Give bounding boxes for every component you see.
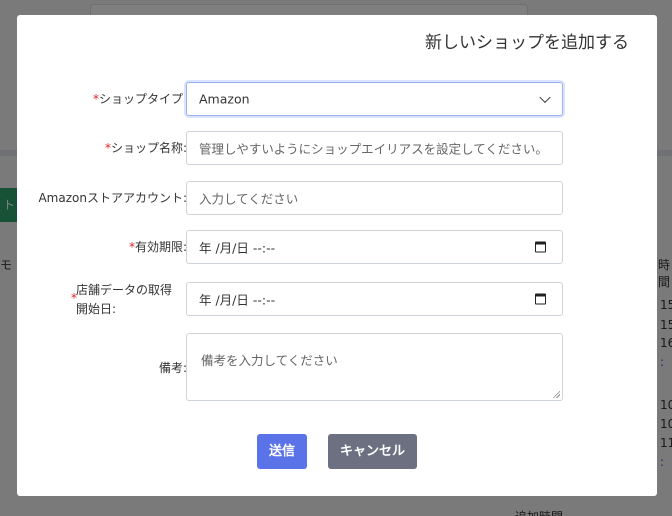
form-row-shop-name: *ショップ名称: 管理しやすいようにショップエイリアスを設定してください。 [17,131,657,165]
expiry-label: *有効期限: [129,239,187,255]
start-date-label: * 店舗データの取得 開始日: [71,282,172,317]
chevron-down-icon [539,91,551,104]
form-row-store-account: Amazonストアアカウント: 入力してください [17,181,657,215]
shop-type-value: Amazon [199,91,250,107]
start-date-label-line2: 開始日: [75,302,117,316]
note-textarea[interactable]: 備考を入力してください [186,333,563,401]
note-label: 備考: [158,361,187,375]
store-account-label: Amazonストアアカウント: [38,191,187,205]
form-row-shop-type: *ショップタイプ: Amazon [17,82,657,116]
cancel-button[interactable]: キャンセル [328,434,417,469]
submit-button[interactable]: 送信 [257,434,307,469]
form-row-expiry: *有効期限: 年 /月/日 --:-- [17,230,657,264]
dialog-title: 新しいショップを追加する [425,33,629,53]
form-row-note: 備考: 備考を入力してください [17,333,657,401]
start-date-value: 年 /月/日 --:-- [199,292,276,308]
start-date-input[interactable]: 年 /月/日 --:-- [186,282,563,316]
resize-grip-icon[interactable] [552,390,560,398]
expiry-label-text: 有効期限: [134,240,187,254]
start-date-label-line1: 店舗データの取得 [75,283,172,297]
calendar-icon[interactable] [535,241,546,253]
required-mark: * [70,291,77,305]
shop-type-select[interactable]: Amazon [186,82,563,116]
shop-type-label-text: ショップタイプ: [98,92,187,106]
store-account-placeholder: 入力してください [199,191,299,207]
shop-name-input[interactable]: 管理しやすいようにショップエイリアスを設定してください。 [186,131,563,165]
shop-name-label-text: ショップ名称: [110,141,187,155]
store-account-input[interactable]: 入力してください [186,181,563,215]
shop-type-label: *ショップタイプ: [93,91,187,107]
form-row-start-date: * 店舗データの取得 開始日: 年 /月/日 --:-- [17,282,657,316]
expiry-date-value: 年 /月/日 --:-- [199,240,276,256]
shop-name-label: *ショップ名称: [105,140,187,156]
expiry-date-input[interactable]: 年 /月/日 --:-- [186,230,563,264]
calendar-icon[interactable] [535,293,546,305]
shop-name-placeholder: 管理しやすいようにショップエイリアスを設定してください。 [199,141,548,157]
note-placeholder: 備考を入力してください [201,353,338,368]
add-shop-dialog: 新しいショップを追加する *ショップタイプ: Amazon *ショップ名称: 管… [17,15,657,496]
